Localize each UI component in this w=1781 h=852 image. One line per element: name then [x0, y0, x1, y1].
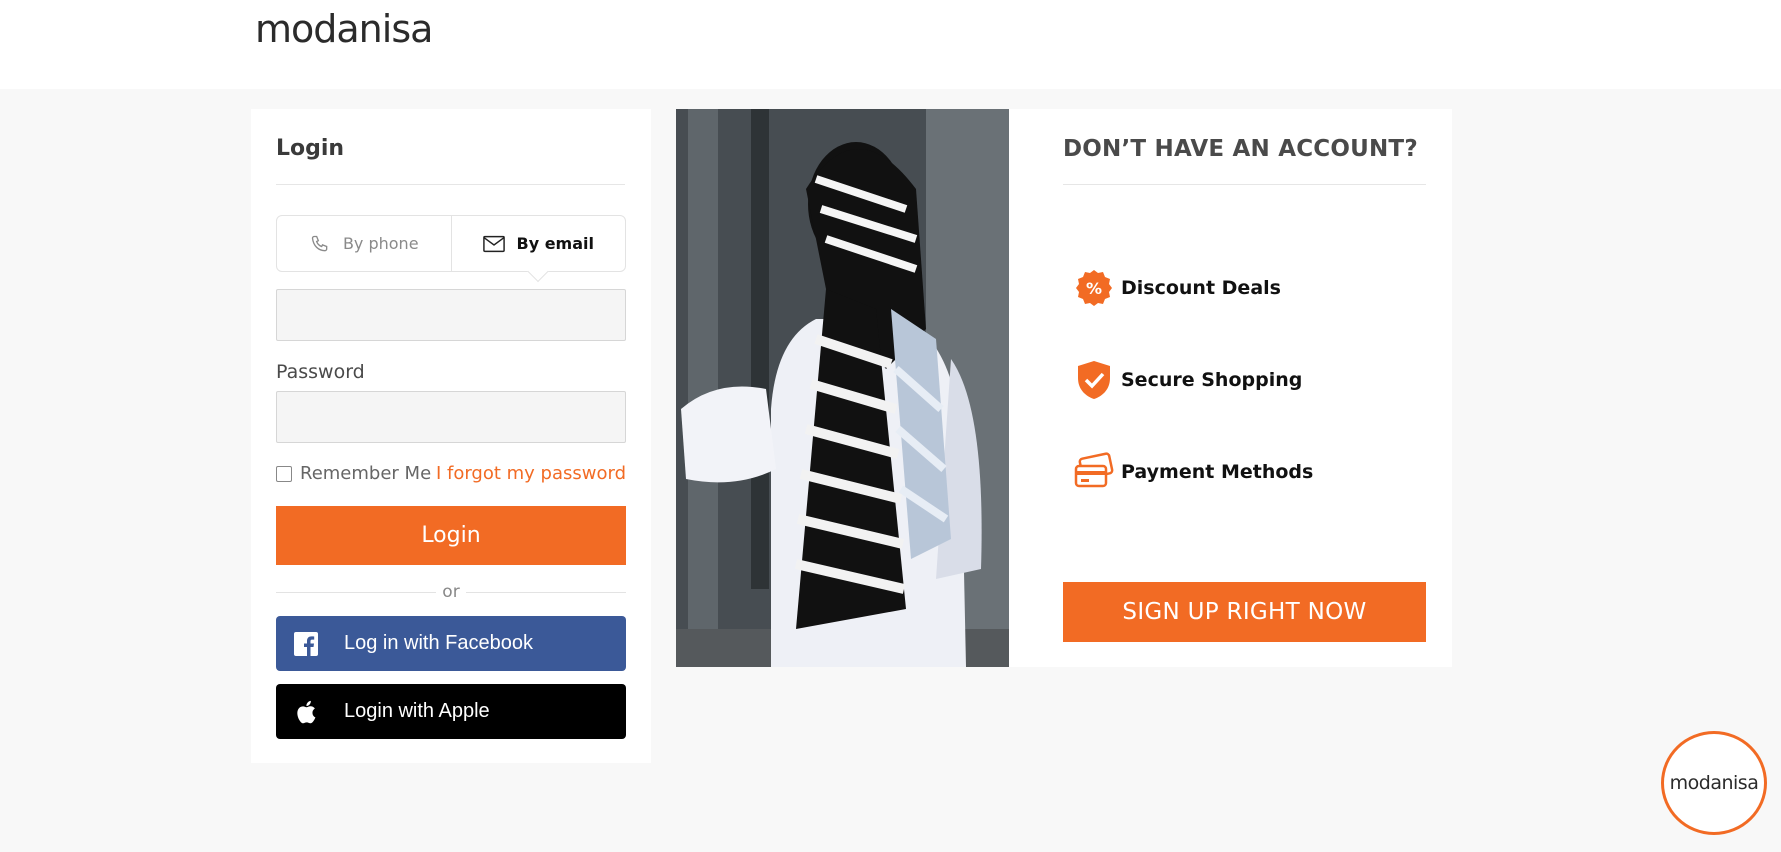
- login-title: Login: [276, 136, 345, 161]
- facebook-login-button[interactable]: Log in with Facebook: [276, 616, 626, 671]
- remember-me-checkbox[interactable]: [276, 465, 292, 482]
- separator-line: [466, 592, 626, 593]
- envelope-icon: [482, 233, 505, 255]
- percent-badge-icon: %: [1073, 267, 1115, 309]
- feature-secure-shopping: Secure Shopping: [1073, 359, 1302, 401]
- divider: [276, 184, 625, 185]
- feature-label: Payment Methods: [1121, 461, 1314, 483]
- remember-row: Remember Me I forgot my password: [276, 463, 626, 484]
- svg-text:%: %: [1086, 279, 1102, 298]
- credit-cards-icon: [1073, 451, 1115, 493]
- tab-by-email[interactable]: By email: [450, 216, 626, 271]
- feature-discount-deals: % Discount Deals: [1073, 267, 1281, 309]
- phone-icon: [309, 233, 331, 255]
- tab-by-phone[interactable]: By phone: [277, 216, 451, 271]
- apple-icon: [293, 699, 319, 725]
- email-field[interactable]: [276, 289, 626, 341]
- login-panel: Login By phone By email Password Remembe…: [251, 109, 651, 763]
- model-illustration: [676, 109, 1009, 667]
- apple-login-button[interactable]: Login with Apple: [276, 684, 626, 739]
- top-bar: modanisa: [0, 0, 1781, 89]
- tab-label: By phone: [342, 234, 419, 253]
- signup-button[interactable]: SIGN UP RIGHT NOW: [1063, 582, 1426, 642]
- tab-label: By email: [516, 234, 594, 253]
- signup-promo-title: DON’T HAVE AN ACCOUNT?: [1063, 136, 1418, 162]
- apple-login-label: Login with Apple: [344, 700, 490, 722]
- feature-payment-methods: Payment Methods: [1073, 451, 1313, 493]
- remember-me-label: Remember Me: [300, 463, 432, 484]
- remember-me[interactable]: Remember Me: [276, 463, 431, 484]
- or-separator: or: [276, 582, 626, 604]
- model-photo: [676, 109, 1009, 667]
- feature-label: Discount Deals: [1121, 277, 1281, 299]
- chat-logo-text: modanisa: [1669, 772, 1759, 794]
- password-label: Password: [276, 361, 365, 383]
- shield-check-icon: [1073, 359, 1115, 401]
- chat-widget-button[interactable]: modanisa: [1661, 731, 1767, 835]
- facebook-login-label: Log in with Facebook: [344, 632, 534, 654]
- facebook-icon: [293, 631, 319, 657]
- logo-text: modanisa: [255, 7, 433, 51]
- password-field[interactable]: [276, 391, 626, 443]
- forgot-password-link[interactable]: I forgot my password: [436, 463, 626, 484]
- login-method-tabs: By phone By email: [276, 215, 626, 272]
- signup-promo-panel: DON’T HAVE AN ACCOUNT? % Discount Deals …: [676, 109, 1452, 667]
- login-button[interactable]: Login: [276, 506, 626, 565]
- feature-label: Secure Shopping: [1121, 369, 1303, 391]
- divider: [1063, 184, 1426, 185]
- modanisa-logo[interactable]: modanisa: [255, 7, 433, 51]
